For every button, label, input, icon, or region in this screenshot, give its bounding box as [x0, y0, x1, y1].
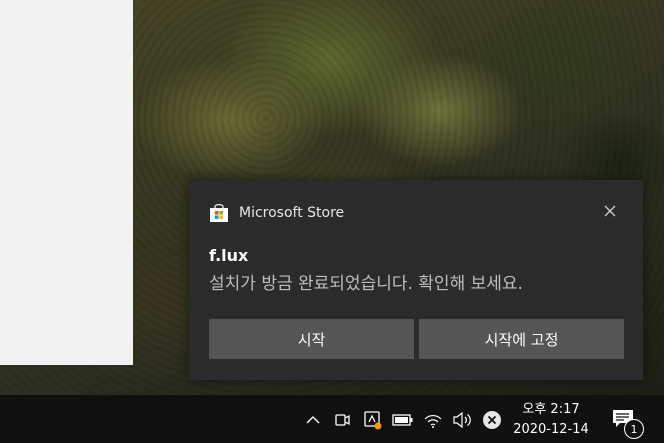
clock-date: 2020-12-14	[513, 422, 589, 437]
flux-tray-button[interactable]	[362, 409, 384, 431]
flux-tray-icon	[364, 411, 382, 430]
pin-to-start-button[interactable]: 시작에 고정	[419, 319, 624, 359]
toast-header: Microsoft Store	[209, 204, 344, 222]
chevron-up-icon	[306, 416, 320, 424]
wifi-button[interactable]	[422, 409, 444, 431]
toast-message: 설치가 방금 완료되었습니다. 확인해 보세요.	[209, 274, 523, 294]
microsoft-store-icon	[210, 204, 228, 222]
battery-icon	[392, 414, 413, 426]
network-disconnected-button[interactable]	[481, 409, 503, 431]
volume-icon	[453, 411, 471, 429]
close-icon	[604, 205, 616, 217]
wifi-icon	[424, 415, 442, 428]
toast-notification[interactable]: Microsoft Store f.lux 설치가 방금 완료되었습니다. 확인…	[189, 180, 643, 380]
start-button[interactable]: 시작	[209, 319, 414, 359]
toast-actions: 시작 시작에 고정	[209, 319, 624, 359]
meet-now-button[interactable]	[332, 409, 354, 431]
close-button[interactable]	[601, 202, 619, 220]
toast-app-name: Microsoft Store	[239, 205, 345, 221]
notification-count-badge: 1	[624, 419, 644, 439]
show-hidden-icons-button[interactable]	[302, 409, 324, 431]
background-app-window[interactable]	[0, 0, 133, 365]
volume-button[interactable]	[451, 409, 473, 431]
taskbar-clock[interactable]: 오후 2:17 2020-12-14	[505, 400, 597, 440]
clock-time: 오후 2:17	[522, 402, 580, 417]
meet-now-icon	[335, 414, 350, 426]
toast-title: f.lux	[209, 246, 249, 265]
network-disconnected-icon	[483, 411, 501, 429]
battery-button[interactable]	[392, 409, 414, 431]
taskbar: 오후 2:17 2020-12-14	[0, 395, 664, 443]
